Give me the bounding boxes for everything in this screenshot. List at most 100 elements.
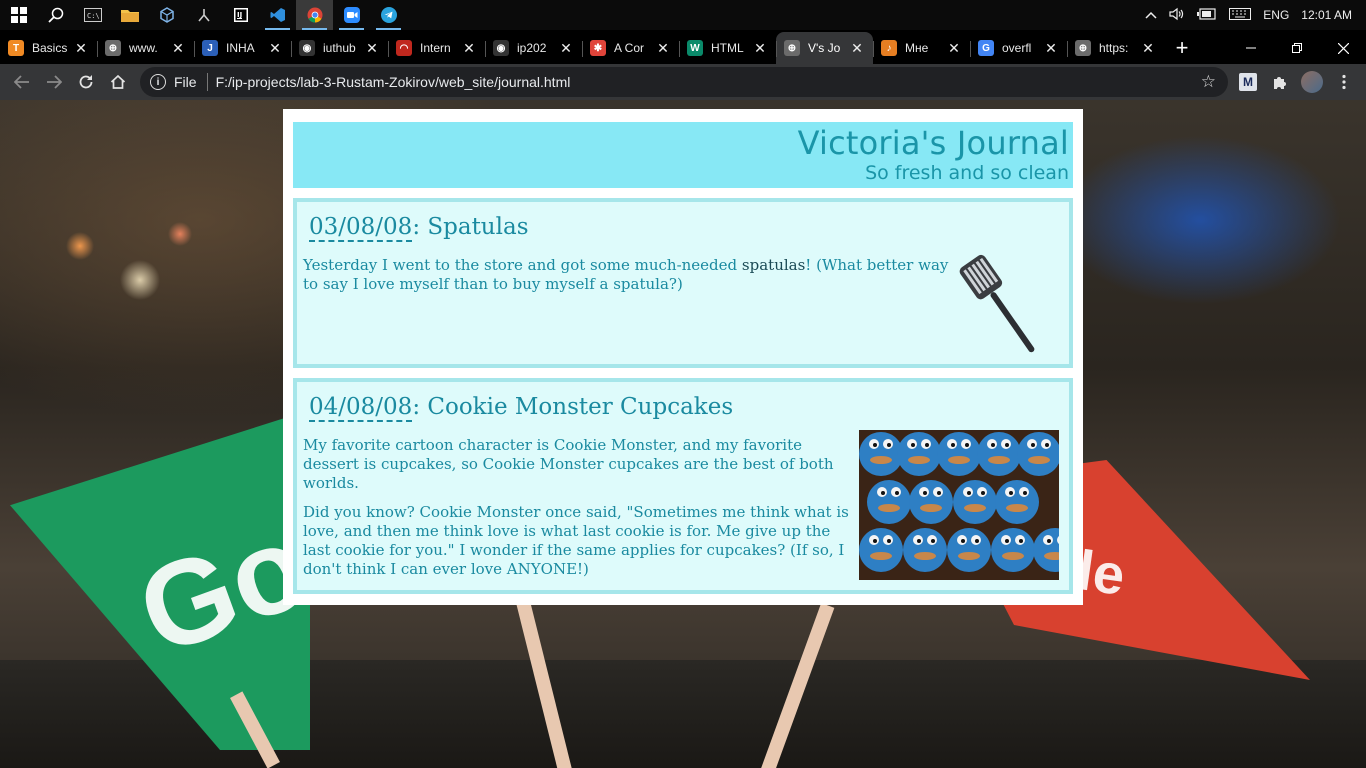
browser-tab[interactable]: ◠ Intern ✕ bbox=[388, 32, 485, 64]
tab-close-icon[interactable]: ✕ bbox=[946, 40, 962, 57]
entry-title: : Spatulas bbox=[412, 214, 529, 240]
browser-tab[interactable]: ♪ Мне ✕ bbox=[873, 32, 970, 64]
tab-favicon-icon: ◉ bbox=[299, 40, 315, 56]
browser-tab[interactable]: W HTML ✕ bbox=[679, 32, 776, 64]
extension-m-icon[interactable]: M bbox=[1239, 73, 1257, 91]
tab-title: INHA bbox=[226, 41, 255, 55]
browser-tab[interactable]: ✱ A Cor ✕ bbox=[582, 32, 679, 64]
browser-tab[interactable]: ⊕ https: ✕ bbox=[1067, 32, 1164, 64]
tab-close-icon[interactable]: ✕ bbox=[364, 40, 380, 57]
chevron-up-icon[interactable] bbox=[1139, 8, 1163, 22]
tab-title: Basics bbox=[32, 41, 68, 55]
journal-page: Victoria's Journal So fresh and so clean… bbox=[283, 109, 1083, 605]
tab-close-icon[interactable]: ✕ bbox=[1140, 40, 1156, 57]
entry-date-abbr[interactable]: 04/08/08 bbox=[309, 394, 413, 422]
entry-text: Yesterday I went to the store and got so… bbox=[303, 256, 742, 274]
tab-favicon-icon: ⊕ bbox=[784, 40, 800, 56]
cupcake bbox=[903, 528, 947, 572]
tab-close-icon[interactable]: ✕ bbox=[1043, 40, 1059, 57]
tab-close-icon[interactable]: ✕ bbox=[461, 40, 477, 57]
close-window-button[interactable] bbox=[1320, 32, 1366, 64]
browser-tab[interactable]: ⊕ www. ✕ bbox=[97, 32, 194, 64]
vscode-icon[interactable] bbox=[259, 0, 296, 30]
tab-close-icon[interactable]: ✕ bbox=[267, 40, 283, 57]
chrome-icon[interactable] bbox=[296, 0, 333, 30]
kebab-menu-icon[interactable] bbox=[1328, 67, 1360, 97]
browser-toolbar: i File F:/ip-projects/lab-3-Rustam-Zokir… bbox=[0, 64, 1366, 100]
zoom-icon[interactable] bbox=[333, 0, 370, 30]
terminal-icon[interactable]: C:\ bbox=[74, 0, 111, 30]
browser-tab[interactable]: ⊕ V's Jo ✕ bbox=[776, 32, 873, 64]
journal-entry: 04/08/08: Cookie Monster Cupcakes My fav… bbox=[293, 378, 1073, 594]
telegram-icon[interactable] bbox=[370, 0, 407, 30]
cupcake bbox=[991, 528, 1035, 572]
cupcake bbox=[1017, 432, 1059, 476]
reload-button[interactable] bbox=[70, 66, 102, 98]
tab-close-icon[interactable]: ✕ bbox=[849, 40, 865, 57]
entry-body: Yesterday I went to the store and got so… bbox=[303, 256, 953, 294]
cupcake bbox=[947, 528, 991, 572]
file-explorer-icon[interactable] bbox=[111, 0, 148, 30]
svg-text:C:\: C:\ bbox=[87, 12, 100, 20]
tab-favicon-icon: W bbox=[687, 40, 703, 56]
keyboard-icon[interactable] bbox=[1223, 7, 1257, 23]
tab-favicon-icon: ⊕ bbox=[105, 40, 121, 56]
tab-close-icon[interactable]: ✕ bbox=[170, 40, 186, 57]
omnibox-divider bbox=[206, 73, 208, 91]
browser-tab[interactable]: J INHA ✕ bbox=[194, 32, 291, 64]
tab-close-icon[interactable]: ✕ bbox=[558, 40, 574, 57]
tab-title: overfl bbox=[1002, 41, 1032, 55]
tab-title: www. bbox=[129, 41, 158, 55]
tab-favicon-icon: ◠ bbox=[396, 40, 412, 56]
tab-close-icon[interactable]: ✕ bbox=[73, 40, 89, 57]
windows-start-icon[interactable] bbox=[0, 0, 37, 30]
system-tray: ENG 12:01 AM bbox=[1139, 0, 1366, 30]
tab-title: https: bbox=[1099, 41, 1129, 55]
browser-tab[interactable]: ◉ iuthub ✕ bbox=[291, 32, 388, 64]
site-info-icon[interactable]: i bbox=[150, 74, 166, 90]
volume-icon[interactable] bbox=[1163, 7, 1191, 24]
entry-paragraph: Did you know? Cookie Monster once said, … bbox=[303, 503, 849, 578]
tab-favicon-icon: ⊕ bbox=[1075, 40, 1091, 56]
cookie-monster-cupcakes-image bbox=[859, 430, 1059, 580]
entry-paragraph: My favorite cartoon character is Cookie … bbox=[303, 436, 834, 492]
entry-date-abbr[interactable]: 03/08/08 bbox=[309, 214, 413, 242]
tab-title: HTML bbox=[711, 41, 744, 55]
battery-icon[interactable] bbox=[1191, 7, 1223, 23]
minimize-button[interactable] bbox=[1228, 32, 1274, 64]
browser-tab[interactable]: ◉ ip202 ✕ bbox=[485, 32, 582, 64]
browser-tab[interactable]: T Basics ✕ bbox=[0, 32, 97, 64]
spatula-image bbox=[959, 250, 1055, 354]
clock[interactable]: 12:01 AM bbox=[1295, 8, 1366, 22]
cupcake bbox=[867, 480, 911, 524]
tab-title: A Cor bbox=[614, 41, 645, 55]
extensions-puzzle-icon[interactable] bbox=[1264, 67, 1296, 97]
tab-close-icon[interactable]: ✕ bbox=[655, 40, 671, 57]
address-bar[interactable]: i File F:/ip-projects/lab-3-Rustam-Zokir… bbox=[140, 67, 1228, 97]
bookmark-star-icon[interactable]: ☆ bbox=[1201, 72, 1216, 92]
intellij-icon[interactable]: IJ bbox=[222, 0, 259, 30]
tab-favicon-icon: T bbox=[8, 40, 24, 56]
cupcake bbox=[953, 480, 997, 524]
url-text[interactable]: F:/ip-projects/lab-3-Rustam-Zokirov/web_… bbox=[216, 74, 571, 90]
cupcake bbox=[859, 528, 903, 572]
profile-avatar[interactable] bbox=[1301, 71, 1323, 93]
home-button[interactable] bbox=[102, 66, 134, 98]
toolbar-actions: M bbox=[1232, 67, 1360, 97]
tab-title: Intern bbox=[420, 41, 451, 55]
browser-tab[interactable]: Goverfl ✕ bbox=[970, 32, 1067, 64]
anaconda-icon[interactable] bbox=[185, 0, 222, 30]
back-button[interactable] bbox=[6, 66, 38, 98]
virtualbox-icon[interactable] bbox=[148, 0, 185, 30]
journal-entry: 03/08/08: Spatulas Yesterday I went to t… bbox=[293, 198, 1073, 368]
entry-title: : Cookie Monster Cupcakes bbox=[412, 394, 734, 420]
tab-close-icon[interactable]: ✕ bbox=[752, 40, 768, 57]
tab-title: ip202 bbox=[517, 41, 547, 55]
search-icon[interactable] bbox=[37, 0, 74, 30]
forward-button[interactable] bbox=[38, 66, 70, 98]
new-tab-button[interactable]: + bbox=[1164, 32, 1200, 64]
tab-title: Мне bbox=[905, 41, 929, 55]
language-indicator[interactable]: ENG bbox=[1257, 8, 1295, 22]
restore-button[interactable] bbox=[1274, 32, 1320, 64]
cupcake bbox=[977, 432, 1021, 476]
